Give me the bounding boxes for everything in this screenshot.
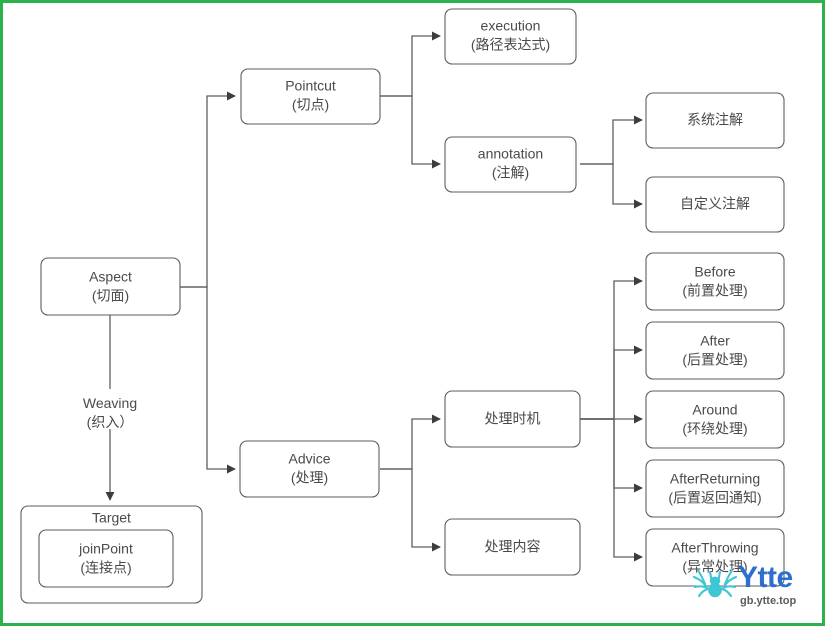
node-around[interactable]: Around (环绕处理) (645, 390, 785, 449)
edge-aspect-to-pointcut (180, 91, 236, 288)
node-aspect-label-line1: Aspect (89, 269, 132, 285)
weaving-label-line2: (织入） (87, 414, 134, 430)
edge-advice-to-content (380, 468, 441, 552)
node-around-box[interactable] (645, 390, 785, 449)
node-before[interactable]: Before (前置处理) (645, 252, 785, 311)
node-execution-label-line2: (路径表达式) (471, 37, 550, 53)
node-after-throwing-box[interactable] (645, 528, 785, 587)
node-after-throwing-label-line1: AfterThrowing (671, 540, 758, 556)
node-aspect-label-line2: (切面) (92, 288, 129, 304)
node-advice-label-line2: (处理) (291, 470, 328, 486)
node-target-label: Target (92, 510, 131, 526)
edge-annotation-to-system-annotation (580, 115, 643, 165)
edge-aspect-to-advice (180, 286, 236, 474)
node-joinpoint-label-line2: (连接点) (80, 560, 131, 576)
aop-concept-diagram: Weaving (织入） Aspect (切面) Pointcut (切点) e… (20, 8, 785, 604)
edge-pointcut-to-annotation (380, 95, 441, 169)
node-after-throwing[interactable]: AfterThrowing (异常处理) (645, 528, 785, 587)
node-annotation-label-line1: annotation (478, 146, 543, 162)
node-target[interactable]: Target joinPoint (连接点) (20, 505, 203, 604)
node-advice-timing[interactable]: 处理时机 (444, 390, 581, 448)
edge-timing-to-after-returning (580, 418, 643, 493)
node-before-label-line1: Before (694, 264, 735, 280)
node-after[interactable]: After (后置处理) (645, 321, 785, 380)
node-pointcut[interactable]: Pointcut (切点) (240, 68, 381, 125)
node-system-annotation-label: 系统注解 (687, 112, 743, 128)
node-pointcut-label-line2: (切点) (292, 97, 329, 113)
node-after-label-line2: (后置处理) (682, 352, 747, 368)
node-after-label-line1: After (700, 333, 730, 349)
node-after-returning-label-line1: AfterReturning (670, 471, 760, 487)
edge-timing-to-after (580, 345, 643, 420)
node-aspect-box[interactable] (40, 257, 181, 316)
node-advice-timing-label: 处理时机 (485, 411, 541, 427)
node-advice-content-label: 处理内容 (485, 539, 541, 555)
edge-annotation-to-custom-annotation (580, 163, 643, 209)
node-joinpoint-label-line1: joinPoint (78, 541, 133, 557)
node-after-throwing-label-line2: (异常处理) (682, 559, 747, 575)
diagram-canvas: Weaving (织入） Aspect (切面) Pointcut (切点) e… (0, 0, 825, 626)
node-advice[interactable]: Advice (处理) (239, 440, 380, 498)
node-joinpoint-box[interactable] (38, 529, 174, 588)
node-after-box[interactable] (645, 321, 785, 380)
node-advice-label-line1: Advice (288, 451, 330, 467)
node-execution[interactable]: execution (路径表达式) (444, 8, 577, 65)
node-system-annotation[interactable]: 系统注解 (645, 92, 785, 149)
node-execution-label-line1: execution (481, 18, 541, 34)
edge-label-weaving: Weaving (织入） (75, 389, 145, 430)
weaving-label-line1: Weaving (83, 395, 137, 411)
node-custom-annotation-label: 自定义注解 (680, 196, 750, 212)
node-before-box[interactable] (645, 252, 785, 311)
node-advice-content[interactable]: 处理内容 (444, 518, 581, 576)
node-joinpoint[interactable]: joinPoint (连接点) (38, 529, 174, 588)
node-annotation[interactable]: annotation (注解) (444, 136, 577, 193)
node-after-returning[interactable]: AfterReturning (后置返回通知) (645, 459, 785, 518)
node-custom-annotation[interactable]: 自定义注解 (645, 176, 785, 233)
node-after-returning-label-line2: (后置返回通知) (668, 490, 761, 506)
node-aspect[interactable]: Aspect (切面) (40, 257, 181, 316)
node-pointcut-label-line1: Pointcut (285, 78, 336, 94)
node-after-returning-box[interactable] (645, 459, 785, 518)
node-around-label-line1: Around (692, 402, 737, 418)
node-before-label-line2: (前置处理) (682, 283, 747, 299)
edge-advice-to-timing (380, 414, 441, 470)
node-around-label-line2: (环绕处理) (682, 421, 747, 437)
node-annotation-label-line2: (注解) (492, 165, 529, 181)
edge-pointcut-to-execution (380, 31, 441, 97)
